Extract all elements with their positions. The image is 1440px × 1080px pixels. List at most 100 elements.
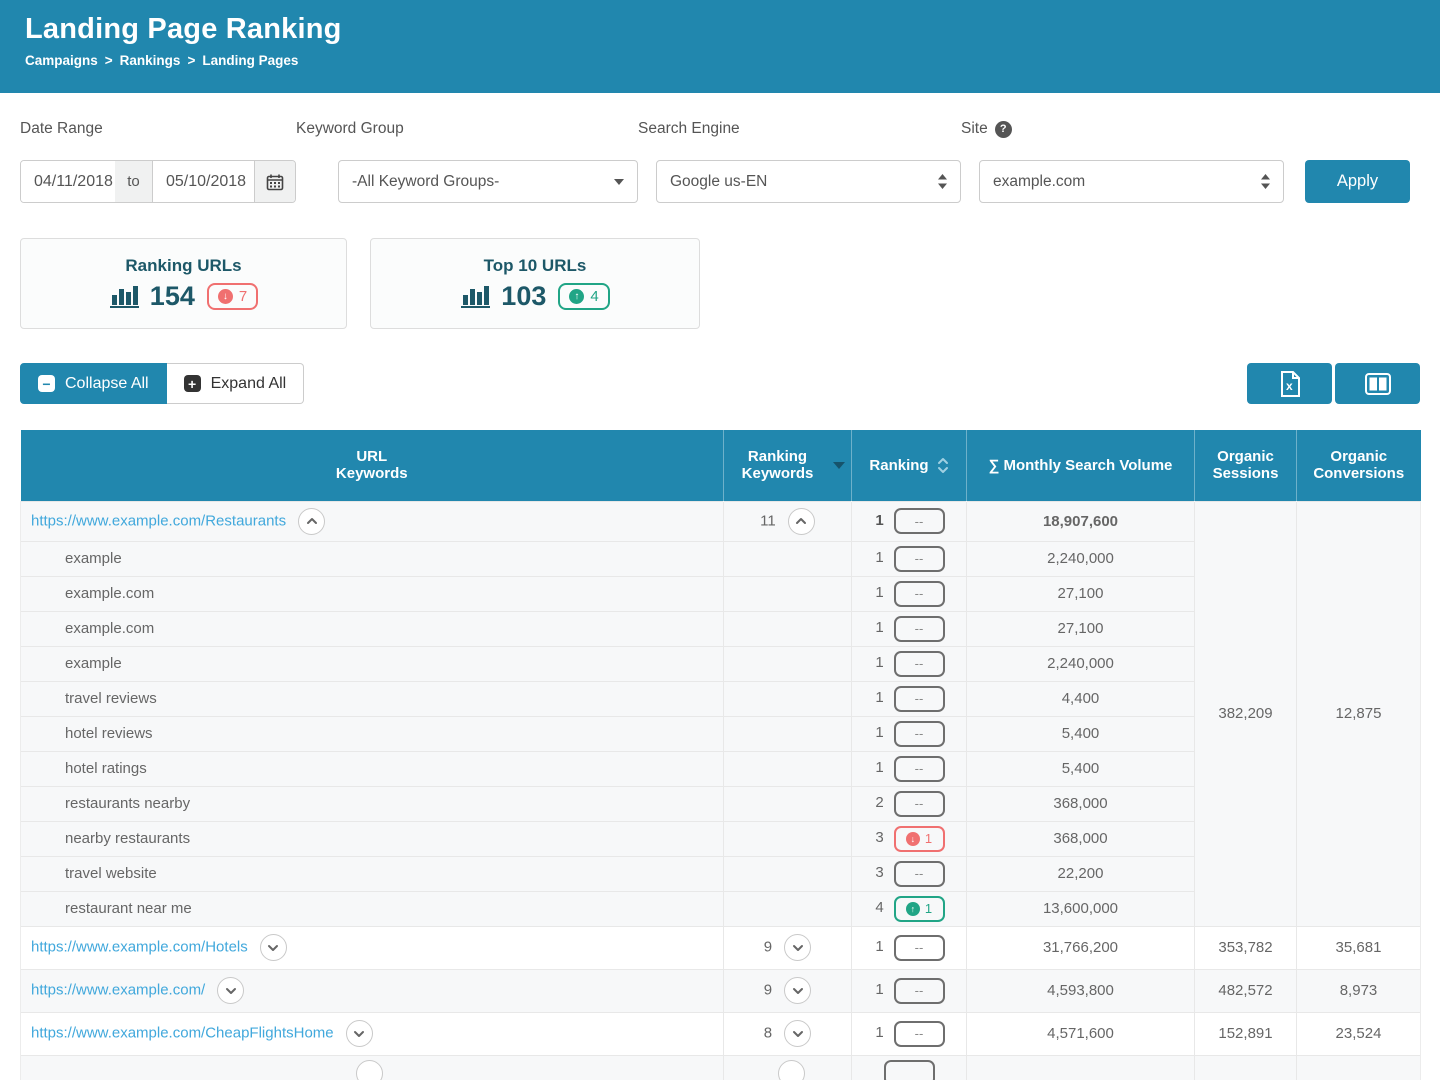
rank-change-badge: -- <box>894 791 945 817</box>
volume-cell: 31,766,200 <box>967 926 1195 969</box>
keyword-cell: example.com <box>21 611 724 646</box>
search-engine-select[interactable]: Google us-EN <box>656 160 961 203</box>
url-link[interactable]: https://www.example.com/Restaurants <box>31 512 286 529</box>
select-arrows-icon <box>1261 174 1270 189</box>
expand-keywords-button[interactable] <box>784 1020 811 1047</box>
excel-export-icon: x <box>1278 370 1302 398</box>
keyword-group-filter: Keyword Group -All Keyword Groups- <box>296 120 638 203</box>
expand-keywords-button[interactable] <box>784 934 811 961</box>
breadcrumb-separator: > <box>187 53 195 68</box>
url-group-row: https://www.example.com/Restaurants 11 1… <box>21 501 1421 541</box>
volume-cell: 5,400 <box>967 751 1195 786</box>
rank-value: 1 <box>874 512 886 529</box>
landing-page-table: URL Keywords Ranking Keywords Ranking ∑ … <box>20 430 1421 1080</box>
plus-square-icon: + <box>184 375 201 392</box>
expand-row-button[interactable] <box>260 934 287 961</box>
table-tools: x <box>1244 363 1420 404</box>
column-header-url-keywords: URL Keywords <box>21 430 724 501</box>
volume-cell: 4,571,600 <box>967 1012 1195 1055</box>
url-group-row: https://www.example.com/CheapFlightsHome… <box>21 1012 1421 1055</box>
arrow-down-circle-icon: ↓ <box>906 832 920 846</box>
expand-all-button[interactable]: + Expand All <box>167 363 305 404</box>
change-value: 4 <box>590 288 598 305</box>
columns-icon <box>1364 371 1392 397</box>
expand-row-button[interactable] <box>217 977 244 1004</box>
page-header: Landing Page Ranking Campaigns>Rankings>… <box>0 0 1440 93</box>
chevron-down-icon <box>225 987 237 995</box>
expand-keywords-button[interactable] <box>784 977 811 1004</box>
calendar-button[interactable] <box>254 161 295 202</box>
column-header-ranking[interactable]: Ranking <box>852 430 967 501</box>
site-filter: Site ? example.com <box>961 120 1284 203</box>
collapse-keywords-button[interactable] <box>788 508 815 535</box>
volume-cell: 27,100 <box>967 576 1195 611</box>
site-value: example.com <box>993 173 1085 191</box>
collapse-row-button[interactable] <box>298 508 325 535</box>
breadcrumb-item-campaigns[interactable]: Campaigns <box>25 53 98 68</box>
calendar-icon <box>266 173 284 191</box>
collapse-expand-group: − Collapse All + Expand All <box>20 363 304 404</box>
chevron-down-icon <box>792 944 804 952</box>
collapse-all-button[interactable]: − Collapse All <box>20 363 167 404</box>
keyword-cell: example <box>21 646 724 681</box>
date-to-input[interactable] <box>153 161 254 202</box>
card-value: 103 <box>501 281 546 312</box>
keyword-cell: hotel ratings <box>21 751 724 786</box>
card-value: 154 <box>150 281 195 312</box>
ranking-keywords-count: 8 <box>764 1024 772 1041</box>
volume-cell: 368,000 <box>967 821 1195 856</box>
keyword-cell: nearby restaurants <box>21 821 724 856</box>
minus-square-icon: − <box>38 375 55 392</box>
expand-row-button[interactable] <box>356 1060 383 1080</box>
columns-button[interactable] <box>1335 363 1420 404</box>
expand-row-button[interactable] <box>346 1020 373 1047</box>
conversions-cell: 12,875 <box>1297 501 1421 926</box>
keyword-cell: restaurant near me <box>21 891 724 926</box>
chevron-down-icon <box>267 944 279 952</box>
column-header-sessions: Organic Sessions <box>1195 430 1297 501</box>
breadcrumb: Campaigns > Rankings > Landing Pages <box>25 53 1440 68</box>
arrow-up-circle-icon: ↑ <box>569 289 584 304</box>
url-link[interactable]: https://www.example.com/ <box>31 981 205 998</box>
column-header-volume: ∑ Monthly Search Volume <box>967 430 1195 501</box>
expand-keywords-button[interactable] <box>778 1060 805 1080</box>
rank-change-badge: -- <box>894 978 945 1004</box>
chevron-down-icon <box>353 1030 365 1038</box>
conversions-cell: 8,973 <box>1297 969 1421 1012</box>
keyword-cell: travel reviews <box>21 681 724 716</box>
help-icon[interactable]: ? <box>995 121 1012 138</box>
search-engine-value: Google us-EN <box>670 173 767 191</box>
url-link[interactable]: https://www.example.com/Hotels <box>31 938 248 955</box>
breadcrumb-item-landing-pages[interactable]: Landing Pages <box>202 53 298 68</box>
volume-cell: 27,100 <box>967 611 1195 646</box>
rank-change-badge-up: ↑1 <box>894 896 945 922</box>
breadcrumb-item-rankings[interactable]: Rankings <box>120 53 181 68</box>
column-header-ranking-keywords[interactable]: Ranking Keywords <box>724 430 852 501</box>
url-link[interactable]: https://www.example.com/CheapFlightsHome <box>31 1024 334 1041</box>
keyword-group-select[interactable]: -All Keyword Groups- <box>338 160 638 203</box>
site-label: Site <box>961 120 988 138</box>
summary-cards: Ranking URLs 154 ↓ 7 Top 10 URLs 103 ↑ 4 <box>20 238 1420 329</box>
export-excel-button[interactable]: x <box>1247 363 1332 404</box>
svg-text:x: x <box>1286 379 1293 393</box>
breadcrumb-separator: > <box>105 53 113 68</box>
partial-row <box>21 1055 1421 1080</box>
rank-change-badge: -- <box>894 508 945 534</box>
chevron-down-icon <box>792 987 804 995</box>
site-select[interactable]: example.com <box>979 160 1284 203</box>
volume-cell: 2,240,000 <box>967 646 1195 681</box>
apply-button[interactable]: Apply <box>1305 160 1410 203</box>
rank-change-badge: -- <box>894 756 945 782</box>
chevron-up-icon <box>795 517 807 525</box>
date-to-word: to <box>115 161 153 202</box>
chevron-down-icon <box>792 1030 804 1038</box>
date-from-input[interactable] <box>21 161 115 202</box>
ranking-keywords-count: 11 <box>760 512 776 529</box>
rank-change-badge: -- <box>894 1021 945 1047</box>
url-group-row: https://www.example.com/Hotels 9 1-- 31,… <box>21 926 1421 969</box>
arrow-up-circle-icon: ↑ <box>906 902 920 916</box>
rank-change-badge: -- <box>894 686 945 712</box>
rank-change-badge: -- <box>894 651 945 677</box>
keyword-cell: example.com <box>21 576 724 611</box>
volume-cell: 4,400 <box>967 681 1195 716</box>
